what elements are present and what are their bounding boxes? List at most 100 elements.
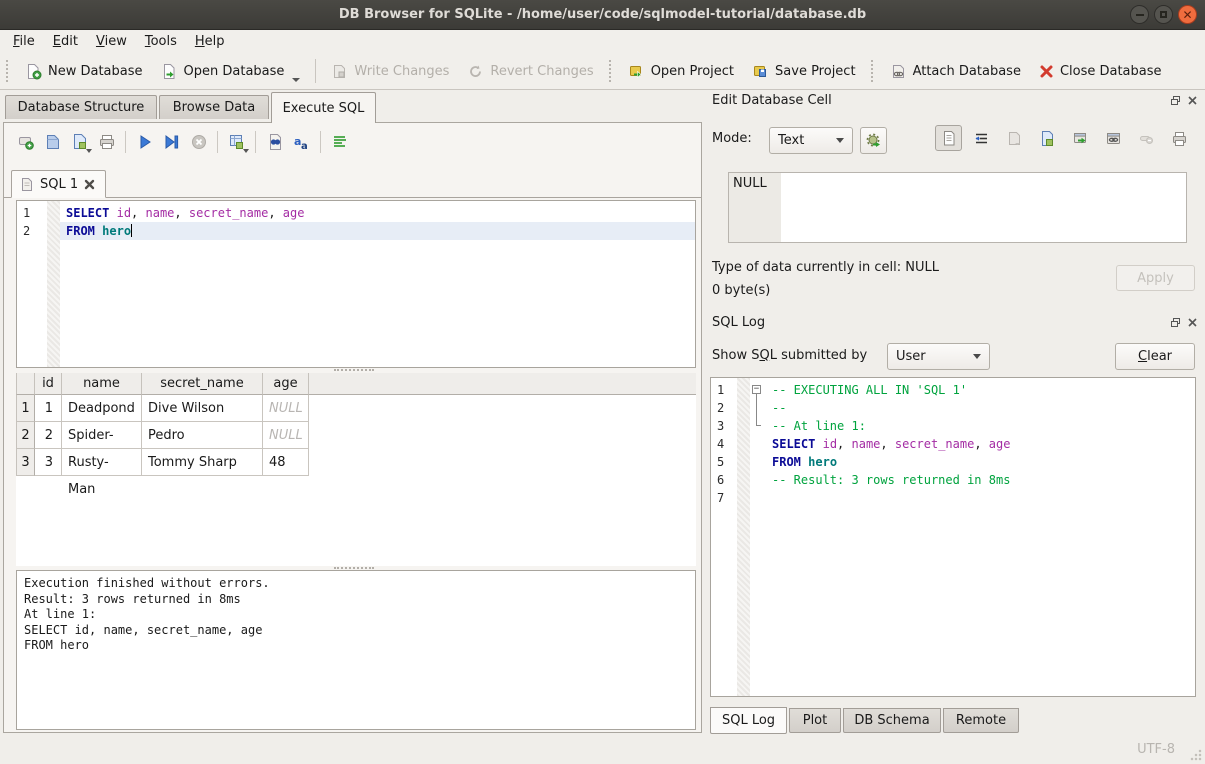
open-in-external-button[interactable] — [1067, 125, 1094, 151]
auto-mode-button[interactable] — [860, 127, 887, 154]
toolbar-drag-handle[interactable] — [6, 60, 12, 82]
editor-results-splitter[interactable] — [334, 369, 374, 371]
fold-collapse-icon[interactable]: − — [752, 385, 761, 394]
resize-grip[interactable] — [1190, 749, 1202, 761]
float-dock-button[interactable] — [1169, 94, 1182, 107]
cell-secret-name[interactable]: Dive Wilson — [142, 395, 263, 422]
export-data-button[interactable] — [1034, 125, 1061, 151]
copy-link-button[interactable] — [1100, 125, 1127, 151]
close-tab-icon[interactable] — [84, 179, 95, 190]
find-button[interactable] — [261, 129, 288, 155]
maximize-button[interactable] — [1154, 5, 1173, 24]
cell-secret-name[interactable]: Pedro Parqueador — [142, 422, 263, 449]
row-number[interactable]: 3 — [16, 449, 35, 476]
column-header-age[interactable]: age — [263, 373, 309, 395]
toolbar-drag-handle[interactable] — [871, 60, 877, 82]
window-title: DB Browser for SQLite - /home/user/code/… — [339, 7, 866, 22]
cell-age[interactable]: 48 — [263, 449, 309, 476]
print-cell-button[interactable] — [1166, 125, 1193, 151]
save-as-icon — [1039, 130, 1056, 147]
sql-log-view[interactable]: 1 2 3 4 5 6 7 − -- EXECUTING ALL IN 'SQL… — [710, 377, 1196, 697]
dock-tab-remote[interactable]: Remote — [943, 708, 1019, 733]
open-database-button[interactable]: Open Database — [152, 56, 310, 86]
results-message-splitter[interactable] — [334, 567, 374, 569]
submitted-by-dropdown[interactable]: User — [887, 343, 990, 370]
dock-tab-sql-log[interactable]: SQL Log — [710, 707, 787, 734]
sql-editor[interactable]: 1 2 SELECT id, name, secret_name, age FR… — [16, 200, 696, 368]
execution-message[interactable]: Execution finished without errors. Resul… — [16, 570, 696, 730]
apply-button[interactable]: Apply — [1116, 265, 1195, 291]
cell-id[interactable]: 2 — [35, 422, 62, 449]
menu-view[interactable]: View — [87, 32, 136, 51]
execute-all-button[interactable] — [131, 129, 158, 155]
print-sql-button[interactable] — [93, 129, 120, 155]
close-dock-button[interactable] — [1186, 316, 1199, 329]
close-database-button[interactable]: Close Database — [1030, 56, 1171, 86]
cell-id[interactable]: 3 — [35, 449, 62, 476]
attach-database-button[interactable]: Attach Database — [881, 56, 1030, 86]
column-header-id[interactable]: id — [35, 373, 62, 395]
main-toolbar: New Database Open Database Write Changes… — [0, 53, 1205, 90]
format-sql-button[interactable] — [326, 129, 353, 155]
menu-tools[interactable]: Tools — [136, 32, 186, 51]
sql-file-tab[interactable]: SQL 1 — [11, 170, 106, 198]
menu-file[interactable]: File — [4, 32, 44, 51]
maximize-icon — [1160, 11, 1167, 18]
revert-changes-button[interactable]: Revert Changes — [458, 56, 602, 86]
cell-name[interactable]: Rusty-Man — [62, 449, 142, 476]
row-number[interactable]: 2 — [16, 422, 35, 449]
log-line — [766, 489, 1195, 507]
cell-secret-name[interactable]: Tommy Sharp — [142, 449, 263, 476]
tab-execute-sql[interactable]: Execute SQL — [271, 92, 376, 123]
dock-tab-plot[interactable]: Plot — [789, 708, 841, 733]
execute-current-line-button[interactable] — [158, 129, 185, 155]
autocomplete-button[interactable]: aa — [288, 129, 315, 155]
save-sql-file-button[interactable] — [66, 129, 93, 155]
import-data-button[interactable] — [1001, 125, 1028, 151]
open-file-icon — [44, 133, 62, 151]
open-sql-file-button[interactable] — [39, 129, 66, 155]
word-wrap-button[interactable] — [968, 125, 995, 151]
cell-age[interactable]: NULL — [263, 422, 309, 449]
encoding-indicator[interactable]: UTF-8 — [1137, 742, 1175, 757]
float-dock-button[interactable] — [1169, 316, 1182, 329]
write-changes-button[interactable]: Write Changes — [322, 56, 458, 86]
new-sql-tab-button[interactable] — [12, 129, 39, 155]
project-open-icon — [628, 63, 645, 80]
text-mode-button[interactable] — [935, 125, 962, 151]
column-header-secret-name[interactable]: secret_name — [142, 373, 263, 395]
set-null-button[interactable] — [1133, 125, 1160, 151]
row-number[interactable]: 1 — [16, 395, 35, 422]
clear-log-button[interactable]: Clear — [1115, 343, 1195, 370]
save-project-button[interactable]: Save Project — [743, 56, 865, 86]
menu-help[interactable]: Help — [186, 32, 234, 51]
dock-tab-db-schema[interactable]: DB Schema — [843, 708, 941, 733]
column-header-name[interactable]: name — [62, 373, 142, 395]
table-corner[interactable] — [16, 373, 35, 395]
close-button[interactable]: ✕ — [1178, 5, 1197, 24]
open-database-dropdown-caret[interactable] — [292, 78, 300, 82]
save-results-button[interactable] — [223, 129, 250, 155]
new-database-button[interactable]: New Database — [16, 56, 152, 86]
editor-line: SELECT id, name, secret_name, age — [60, 204, 695, 222]
execute-sql-pane: aa SQL 1 1 2 SELECT id — [3, 122, 702, 733]
minimize-button[interactable] — [1130, 5, 1149, 24]
open-project-button[interactable]: Open Project — [619, 56, 743, 86]
menu-edit[interactable]: Edit — [44, 32, 87, 51]
cell-name[interactable]: Spider-Boy — [62, 422, 142, 449]
log-line: -- EXECUTING ALL IN 'SQL 1' — [766, 381, 1195, 399]
cell-size-info: 0 byte(s) — [712, 283, 770, 298]
cell-age[interactable]: NULL — [263, 395, 309, 422]
stop-execution-button[interactable] — [185, 129, 212, 155]
close-dock-button[interactable] — [1186, 94, 1199, 107]
toolbar-drag-handle[interactable] — [609, 60, 615, 82]
text-cursor — [131, 224, 132, 237]
cell-name[interactable]: Deadpond — [62, 395, 142, 422]
cell-id[interactable]: 1 — [35, 395, 62, 422]
mode-dropdown[interactable]: Text — [769, 127, 853, 154]
tab-database-structure[interactable]: Database Structure — [5, 95, 157, 119]
cell-value-editor[interactable]: NULL — [728, 172, 1187, 243]
menubar: File Edit View Tools Help — [0, 30, 1205, 53]
format-lines-icon — [331, 133, 349, 151]
tab-browse-data[interactable]: Browse Data — [159, 95, 269, 119]
